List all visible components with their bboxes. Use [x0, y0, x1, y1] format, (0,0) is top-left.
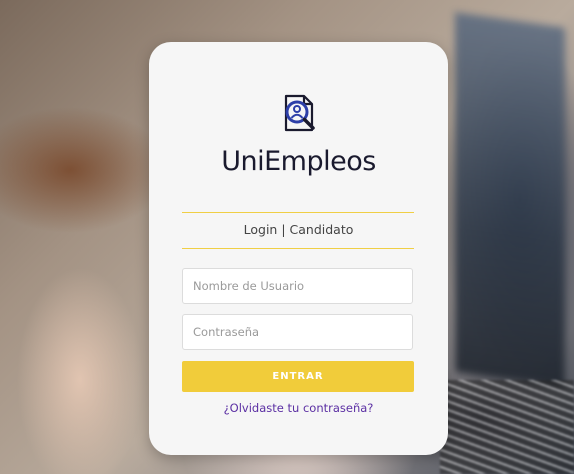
- background-keyboard: [440, 380, 574, 474]
- password-input[interactable]: [182, 314, 413, 350]
- brand-name: UniEmpleos: [221, 146, 376, 177]
- login-submit-button[interactable]: ENTRAR: [182, 361, 414, 392]
- divider-top: [182, 212, 414, 213]
- background-laptop-screen: [455, 12, 565, 388]
- username-input[interactable]: [182, 268, 413, 304]
- login-subtitle: Login | Candidato: [243, 222, 354, 237]
- login-card: UniEmpleos Login | Candidato ENTRAR ¿Olv…: [149, 42, 448, 455]
- divider-bottom: [182, 248, 414, 249]
- forgot-password-link[interactable]: ¿Olvidaste tu contraseña?: [149, 401, 448, 415]
- user-search-document-icon: [284, 94, 315, 132]
